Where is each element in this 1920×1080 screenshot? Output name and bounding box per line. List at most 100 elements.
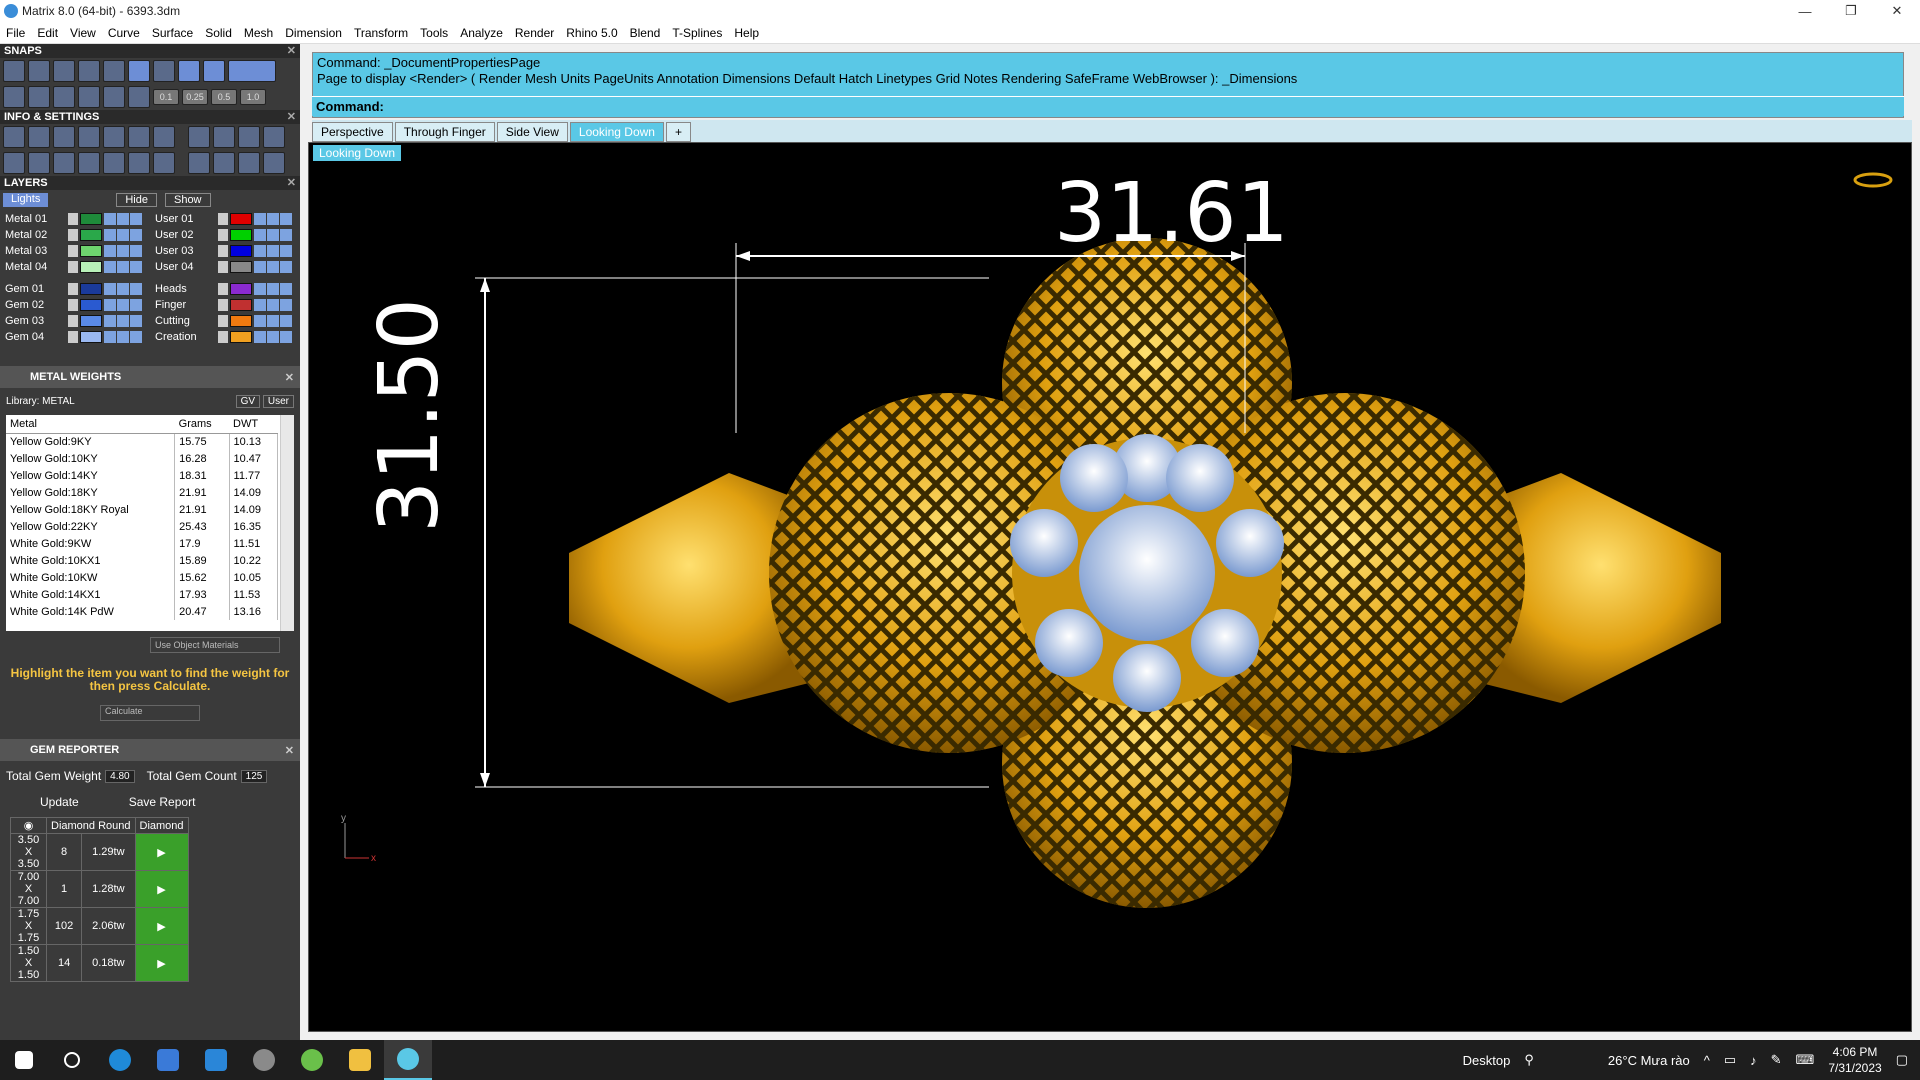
table-row[interactable]: Yellow Gold:22KY 25.43 16.35 xyxy=(6,518,279,535)
layer-name[interactable]: Finger xyxy=(152,299,218,311)
layer-select-icon[interactable] xyxy=(280,299,292,311)
layer-select-icon[interactable] xyxy=(280,229,292,241)
layer-visible-icon[interactable] xyxy=(117,261,129,273)
layer-row[interactable]: Finger xyxy=(152,298,300,312)
layer-lock-icon[interactable] xyxy=(104,229,116,241)
layer-visible-icon[interactable] xyxy=(267,315,279,327)
layer-arrow-icon[interactable] xyxy=(68,283,78,295)
layer-visible-icon[interactable] xyxy=(117,331,129,343)
table-row[interactable]: 1.75 X 1.75 102 2.06tw ▶ xyxy=(10,907,189,945)
grid-view-icon[interactable] xyxy=(3,152,25,174)
layer-lock-icon[interactable] xyxy=(254,331,266,343)
hide-button[interactable]: Hide xyxy=(116,193,157,207)
close-icon[interactable]: ✕ xyxy=(287,110,296,124)
layer-arrow-icon[interactable] xyxy=(68,315,78,327)
go-arrow-icon[interactable]: ▶ xyxy=(134,907,189,945)
menu-solid[interactable]: Solid xyxy=(199,26,238,40)
layer-arrow-icon[interactable] xyxy=(218,315,228,327)
menu-view[interactable]: View xyxy=(64,26,102,40)
layer-select-icon[interactable] xyxy=(130,261,142,273)
analyze-icon[interactable] xyxy=(238,152,260,174)
cube-icon[interactable] xyxy=(153,126,175,148)
snap-point-icon[interactable] xyxy=(78,60,100,82)
snap-value-1.0[interactable]: 1.0 xyxy=(240,89,266,105)
go-arrow-icon[interactable]: ▶ xyxy=(134,833,189,871)
ortho-toggle-icon[interactable] xyxy=(228,60,276,82)
layer-name[interactable]: Metal 02 xyxy=(2,229,68,241)
box-icon[interactable] xyxy=(53,152,75,174)
layer-visible-icon[interactable] xyxy=(267,283,279,295)
tab-through-finger[interactable]: Through Finger xyxy=(394,122,495,142)
layer-name[interactable]: Gem 01 xyxy=(2,283,68,295)
layer-visible-icon[interactable] xyxy=(117,245,129,257)
tool-a-icon[interactable] xyxy=(213,126,235,148)
layer-color-swatch[interactable] xyxy=(230,261,252,273)
layer-name[interactable]: Creation xyxy=(152,331,218,343)
clipboard-icon[interactable] xyxy=(103,126,125,148)
layer-visible-icon[interactable] xyxy=(117,315,129,327)
mail-button[interactable] xyxy=(192,1040,240,1080)
snap-grid-icon[interactable] xyxy=(3,60,25,82)
flame-icon[interactable] xyxy=(188,126,210,148)
layer-lock-icon[interactable] xyxy=(104,213,116,225)
layer-name[interactable]: User 02 xyxy=(152,229,218,241)
layer-name[interactable]: Metal 03 xyxy=(2,245,68,257)
layer-color-swatch[interactable] xyxy=(230,315,252,327)
layer-lock-icon[interactable] xyxy=(104,331,116,343)
window-icon[interactable] xyxy=(28,152,50,174)
layer-lock-icon[interactable] xyxy=(254,261,266,273)
layer-name[interactable]: Gem 02 xyxy=(2,299,68,311)
table-row[interactable]: Yellow Gold:14KY 18.31 11.77 xyxy=(6,467,279,484)
table-row[interactable]: Yellow Gold:10KY 16.28 10.47 xyxy=(6,450,279,467)
close-icon[interactable]: ✕ xyxy=(285,371,294,384)
close-button[interactable]: ✕ xyxy=(1874,0,1920,22)
layer-lock-icon[interactable] xyxy=(104,299,116,311)
pen-icon[interactable]: ✎ xyxy=(1771,1052,1782,1068)
layer-select-icon[interactable] xyxy=(130,315,142,327)
metal-scrollbar[interactable] xyxy=(280,415,294,631)
layer-lock-icon[interactable] xyxy=(254,213,266,225)
layer-select-icon[interactable] xyxy=(130,331,142,343)
layer-select-icon[interactable] xyxy=(280,261,292,273)
close-icon[interactable]: ✕ xyxy=(287,44,296,58)
weather-widget[interactable]: 26°C Mưa rào xyxy=(1608,1053,1690,1068)
col-metal[interactable]: Metal xyxy=(6,415,175,434)
calculate-button[interactable]: Calculate xyxy=(100,705,200,721)
app-button-2[interactable] xyxy=(288,1040,336,1080)
layer-row[interactable]: Gem 03 xyxy=(2,314,152,328)
layer-visible-icon[interactable] xyxy=(267,213,279,225)
layer-visible-icon[interactable] xyxy=(267,331,279,343)
layer-visible-icon[interactable] xyxy=(117,229,129,241)
table-row[interactable]: Yellow Gold:9KY 15.75 10.13 xyxy=(6,433,279,450)
layer-color-swatch[interactable] xyxy=(230,229,252,241)
layer-lock-icon[interactable] xyxy=(104,245,116,257)
app-button-1[interactable] xyxy=(240,1040,288,1080)
layer-arrow-icon[interactable] xyxy=(218,245,228,257)
menu-surface[interactable]: Surface xyxy=(146,26,199,40)
layer-select-icon[interactable] xyxy=(280,283,292,295)
snap-int-icon[interactable] xyxy=(178,60,200,82)
snap-perp-icon[interactable] xyxy=(103,60,125,82)
layer-lock-icon[interactable] xyxy=(254,299,266,311)
notification-icon[interactable]: ▢ xyxy=(1896,1052,1908,1068)
snap-center-icon[interactable] xyxy=(153,60,175,82)
col-dwt[interactable]: DWT xyxy=(229,415,278,434)
layer-row[interactable]: Gem 01 xyxy=(2,282,152,296)
layer-arrow-icon[interactable] xyxy=(68,229,78,241)
command-input[interactable]: Command: xyxy=(312,96,1904,116)
layer-color-swatch[interactable] xyxy=(80,283,102,295)
matrix-button[interactable] xyxy=(384,1040,432,1080)
tool-b-icon[interactable] xyxy=(238,126,260,148)
search-button[interactable] xyxy=(48,1040,96,1080)
menu-dimension[interactable]: Dimension xyxy=(279,26,348,40)
panel-icon[interactable] xyxy=(78,152,100,174)
layer-color-swatch[interactable] xyxy=(80,245,102,257)
start-button[interactable] xyxy=(0,1040,48,1080)
layer-color-swatch[interactable] xyxy=(230,213,252,225)
layer-row[interactable]: Metal 02 xyxy=(2,228,152,242)
layer-lock-icon[interactable] xyxy=(104,261,116,273)
diamond-icon[interactable] xyxy=(103,86,125,108)
layer-lock-icon[interactable] xyxy=(254,245,266,257)
render-icon[interactable] xyxy=(188,152,210,174)
table-row[interactable]: 7.00 X 7.00 1 1.28tw ▶ xyxy=(10,870,189,908)
